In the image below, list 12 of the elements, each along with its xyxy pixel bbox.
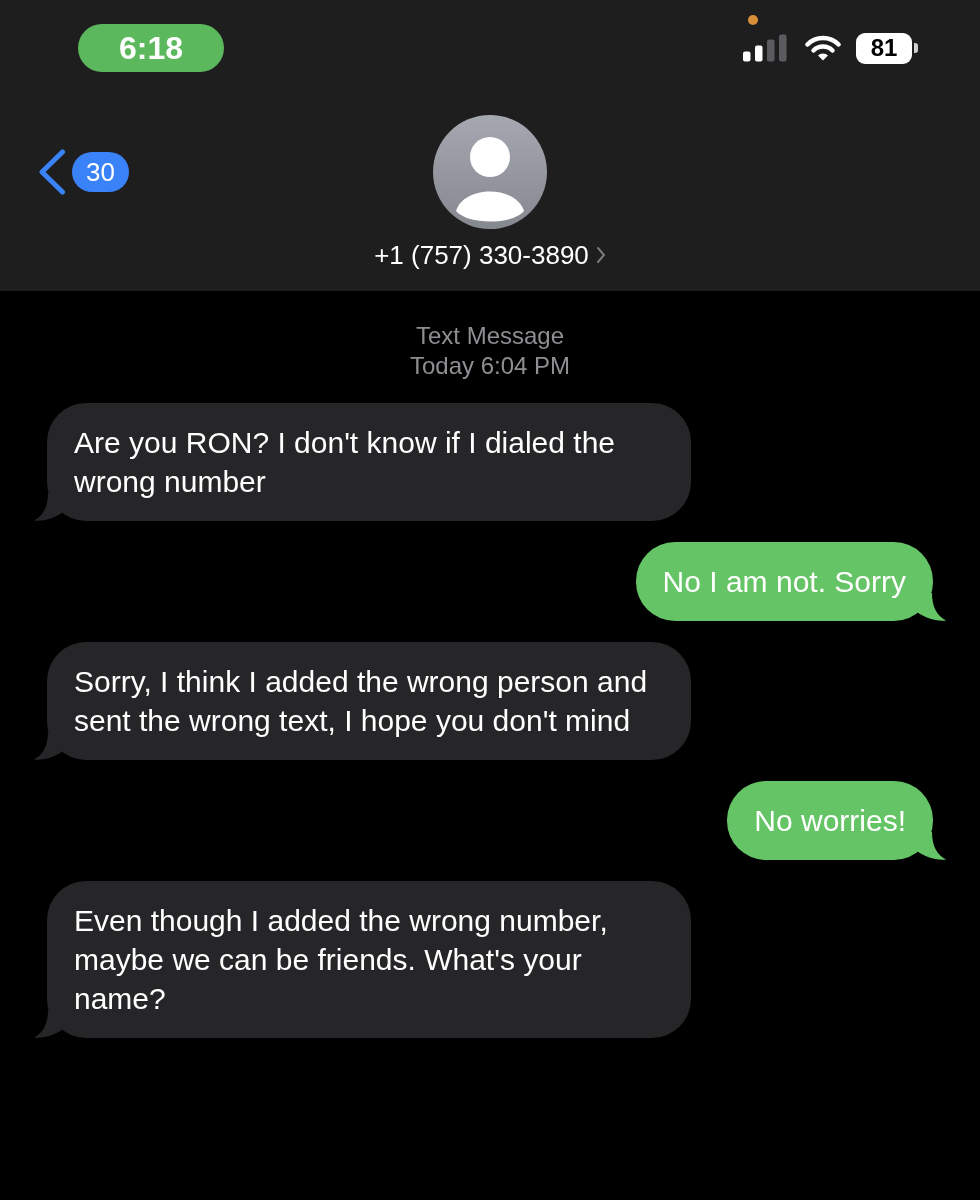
status-time[interactable]: 6:18 [78,24,224,72]
message-timestamp: Today 6:04 PM [409,351,571,381]
battery-indicator: 81 [856,32,918,64]
contact-avatar-icon[interactable] [433,115,547,229]
chevron-icon [595,246,606,264]
wifi-icon [805,35,841,61]
back-icon [38,149,66,195]
service-label: Text Message [415,321,565,351]
contact-number-button[interactable]: +1 (757) 330-3890 [374,240,606,270]
back-button[interactable]: 30 [38,149,129,195]
unread-count-badge: 30 [72,152,129,192]
signal-icon [743,34,787,62]
